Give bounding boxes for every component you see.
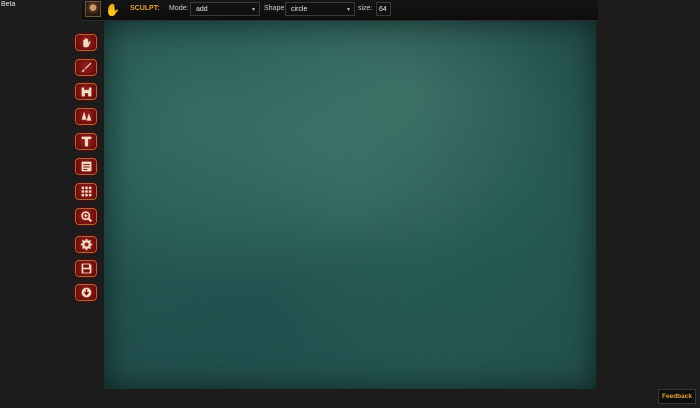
structures-tool-button[interactable] [73,81,99,102]
settings-button[interactable] [73,234,99,255]
castle-icon [81,87,91,97]
save-button[interactable] [73,258,99,279]
hand-icon: ✋ [105,2,120,17]
shape-select[interactable]: circle ▾ [285,2,355,16]
zoom-tool-button[interactable] [73,206,99,227]
shape-select-value: circle [291,6,308,13]
zoom-icon [80,211,92,223]
export-button[interactable] [73,282,99,303]
chevron-down-icon: ▾ [346,7,350,13]
map-canvas[interactable] [104,21,596,389]
trees-icon [81,111,91,121]
document-icon [81,161,91,172]
current-tool-label: SCULPT: [130,5,160,12]
top-toolbar: ✋ SCULPT: Mode: add ▾ Shape: circle ▾ si… [82,0,598,21]
save-icon [81,263,91,274]
size-input[interactable]: 64 [376,2,391,16]
download-icon [81,287,91,298]
gear-icon [80,238,92,251]
avatar[interactable] [85,1,101,17]
text-tool-button[interactable] [73,131,99,152]
text-icon [81,136,91,147]
beta-badge: Beta [1,1,16,8]
notes-tool-button[interactable] [73,156,99,177]
hand-icon [82,38,91,48]
trees-tool-button[interactable] [73,106,99,127]
paint-tool-button[interactable] [73,57,99,78]
sculpt-tool-button[interactable] [73,32,99,53]
brush-icon [81,62,91,73]
chevron-down-icon: ▾ [251,7,255,13]
shape-label: Shape: [264,5,287,12]
mode-select-value: add [196,6,208,13]
mode-label: Mode: [169,5,189,12]
feedback-button[interactable]: Feedback [658,389,696,404]
grid-tool-button[interactable] [73,181,99,202]
grid-icon [81,186,91,197]
mode-select[interactable]: add ▾ [190,2,260,16]
size-label: size: [358,5,373,12]
